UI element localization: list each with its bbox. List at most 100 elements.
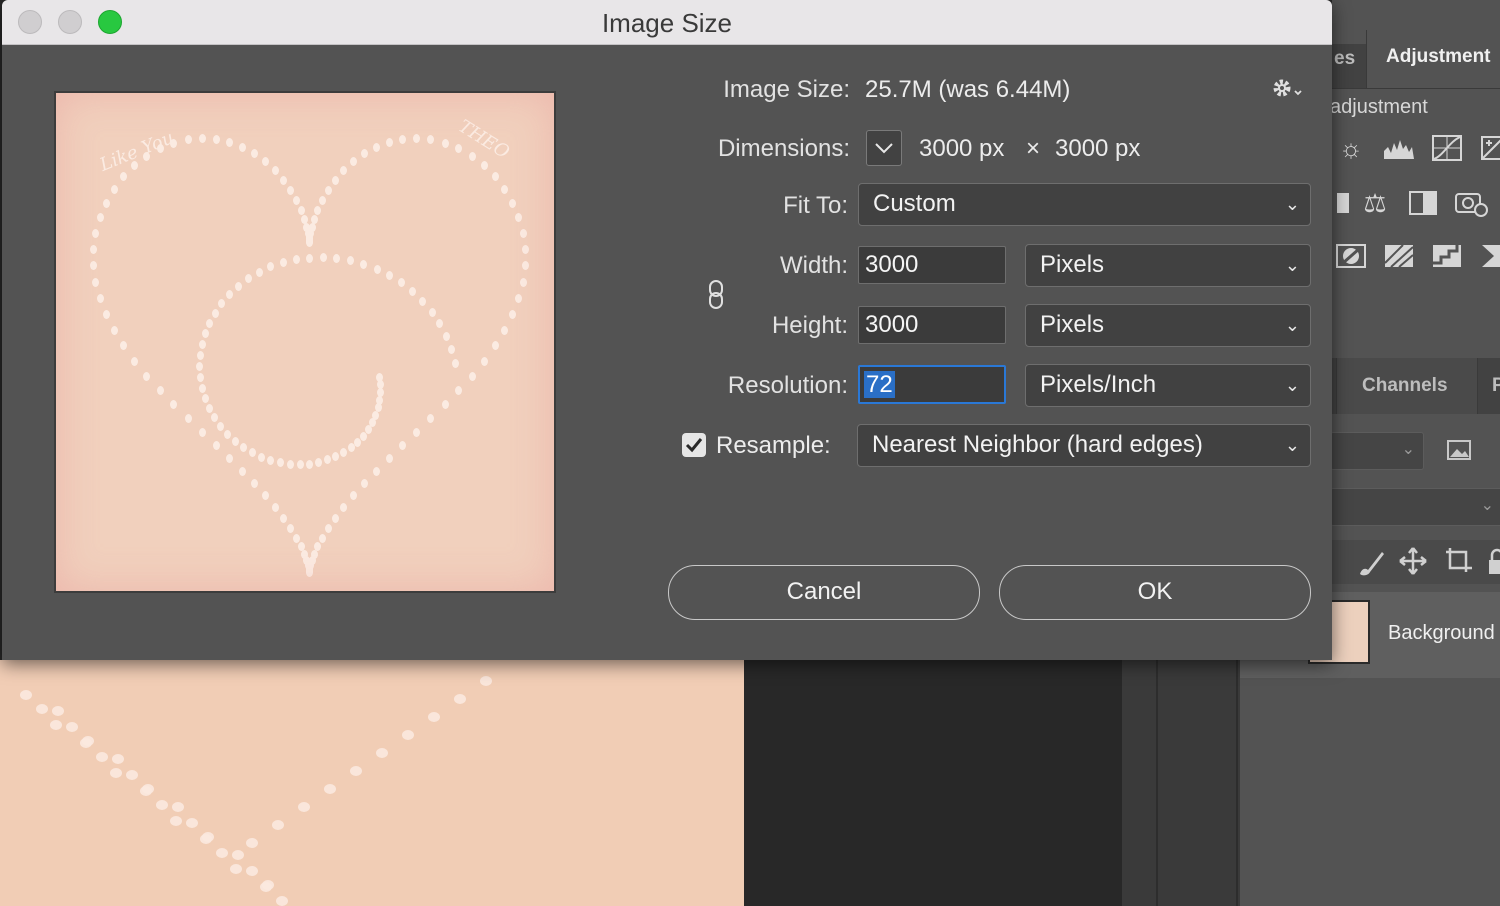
pattern-dot: [131, 161, 139, 171]
pattern-dot: [245, 274, 252, 284]
width-input[interactable]: 3000: [858, 246, 1006, 284]
pattern-dot: [293, 196, 301, 206]
pattern-dot: [226, 289, 234, 299]
ok-button[interactable]: OK: [999, 565, 1311, 620]
photo-filter-icon[interactable]: [1454, 188, 1488, 218]
image-icon[interactable]: [1446, 438, 1472, 462]
pattern-dot: [399, 134, 407, 144]
pattern-dot: [376, 380, 384, 390]
pattern-dot: [156, 800, 168, 810]
pattern-dot: [297, 542, 305, 552]
pattern-dot: [428, 307, 436, 317]
image-preview[interactable]: Like You THEO: [54, 91, 556, 593]
tab-channels[interactable]: Channels: [1336, 358, 1478, 414]
resolution-unit-select[interactable]: Pixels/Inch ⌄: [1025, 364, 1311, 407]
fit-to-select[interactable]: Custom ⌄: [858, 183, 1311, 226]
layer-kind-filter[interactable]: ⌄: [1330, 432, 1424, 470]
balance-icon[interactable]: ⚖: [1358, 188, 1392, 218]
close-button[interactable]: [18, 10, 42, 34]
pattern-dot: [409, 287, 417, 297]
pattern-dot: [297, 205, 305, 215]
resample-checkbox[interactable]: [682, 433, 706, 457]
pattern-dot: [102, 198, 110, 208]
pattern-dot: [419, 296, 427, 306]
pattern-dot: [198, 340, 206, 350]
panel-divider: [1332, 88, 1500, 89]
pattern-dot: [310, 549, 318, 559]
pattern-dot: [354, 437, 362, 447]
tab-adjustments[interactable]: Adjustment: [1366, 30, 1500, 88]
pattern-dot: [267, 262, 275, 272]
pattern-dot: [96, 213, 104, 223]
levels-icon[interactable]: [1382, 133, 1416, 163]
pattern-dot: [448, 345, 456, 355]
resample-method-value: Nearest Neighbor (hard edges): [872, 431, 1203, 458]
width-unit-value: Pixels: [1040, 251, 1105, 278]
pattern-dot: [515, 293, 523, 303]
tab-properties[interactable]: es: [1332, 44, 1366, 88]
crop-icon[interactable]: [1444, 546, 1474, 581]
pattern-dot: [20, 690, 32, 700]
pattern-dot: [376, 373, 383, 382]
height-unit-select[interactable]: Pixels ⌄: [1025, 304, 1311, 347]
link-icon[interactable]: [706, 279, 726, 316]
pattern-dot: [206, 403, 214, 413]
pattern-dot: [216, 848, 228, 858]
brightness-icon[interactable]: ☼: [1334, 133, 1368, 163]
pattern-dot: [340, 502, 348, 512]
width-unit-select[interactable]: Pixels ⌄: [1025, 244, 1311, 287]
pattern-dot: [306, 236, 314, 246]
layer-name[interactable]: Background: [1388, 622, 1495, 645]
pattern-dot: [331, 175, 339, 185]
posterize-icon[interactable]: [1382, 241, 1416, 271]
resolution-input[interactable]: 72: [858, 365, 1006, 404]
pattern-dot: [521, 261, 529, 271]
cancel-button[interactable]: Cancel: [668, 565, 980, 620]
zoom-button[interactable]: [98, 10, 122, 34]
pattern-dot: [251, 479, 259, 489]
pattern-dot: [521, 244, 529, 254]
invert-icon[interactable]: [1334, 241, 1368, 271]
pattern-dot: [287, 185, 295, 195]
pattern-dot: [451, 358, 459, 368]
pattern-dot: [314, 542, 322, 552]
resample-method-select[interactable]: Nearest Neighbor (hard edges) ⌄: [857, 424, 1311, 467]
move-icon[interactable]: [1398, 546, 1428, 581]
pattern-dot: [211, 413, 219, 423]
pattern-dot: [184, 135, 192, 145]
pattern-dot: [240, 443, 248, 452]
curves-icon[interactable]: [1430, 133, 1464, 163]
pattern-dot: [306, 567, 314, 577]
pattern-dot: [319, 253, 327, 263]
height-input[interactable]: 3000: [858, 306, 1006, 344]
bw-icon[interactable]: [1406, 188, 1440, 218]
pattern-dot: [52, 706, 64, 716]
chevron-down-icon: ⌄: [1284, 435, 1300, 455]
pattern-dot: [258, 452, 265, 462]
pattern-dot: [96, 293, 104, 303]
pattern-dot: [308, 556, 316, 566]
exposure-icon[interactable]: [1476, 133, 1500, 163]
tab-paths[interactable]: P: [1492, 375, 1500, 397]
threshold-icon[interactable]: [1430, 241, 1464, 271]
pattern-dot: [515, 213, 523, 223]
pattern-dot: [427, 135, 435, 145]
gradient-map-icon[interactable]: [1476, 241, 1500, 271]
preview-text-left: Like You: [96, 127, 177, 176]
pattern-dot: [385, 137, 393, 147]
pattern-dot: [260, 882, 272, 892]
minimize-button[interactable]: [58, 10, 82, 34]
gear-icon[interactable]: [1270, 76, 1306, 102]
pattern-dot: [201, 393, 209, 403]
brush-icon[interactable]: [1356, 548, 1386, 581]
pattern-dot: [280, 175, 288, 185]
canvas-pasteboard: [744, 660, 1122, 906]
pattern-dot: [413, 134, 421, 144]
lock-icon[interactable]: [1488, 548, 1500, 581]
document-canvas[interactable]: [0, 660, 744, 906]
pattern-dot: [360, 479, 368, 489]
blend-mode-select[interactable]: ⌄: [1330, 488, 1500, 526]
dialog-title: Image Size: [601, 8, 733, 38]
pattern-dot: [314, 205, 322, 215]
dimensions-unit-menu[interactable]: [866, 130, 902, 166]
